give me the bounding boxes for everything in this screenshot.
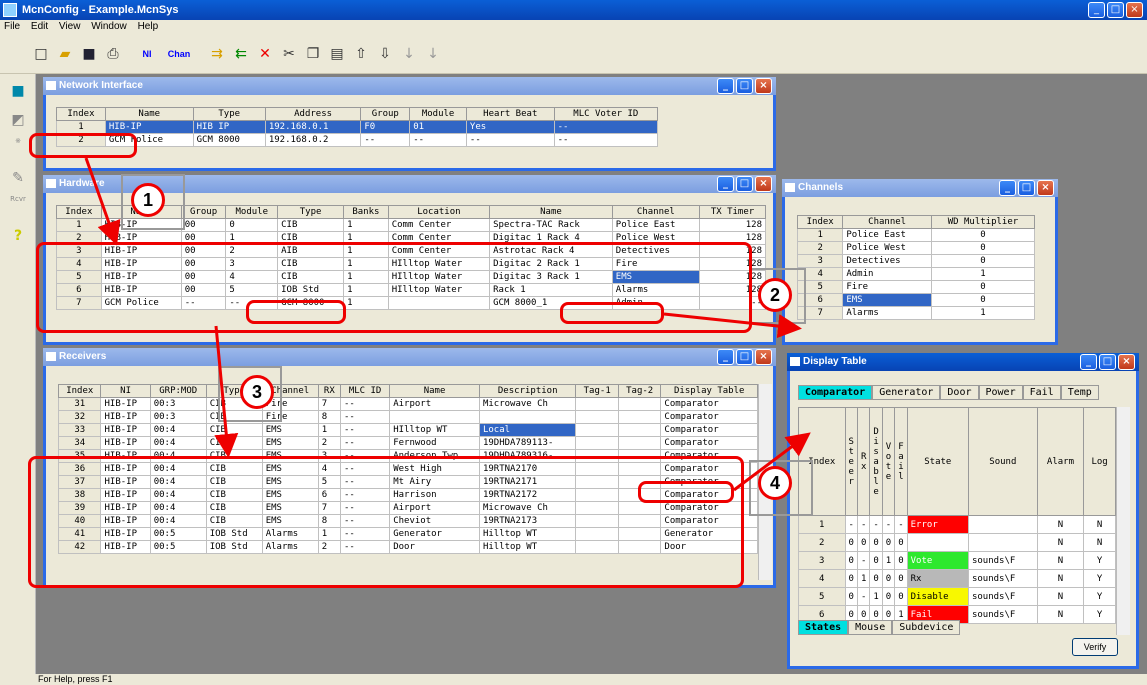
annotation-arrows <box>84 157 811 492</box>
arrow-2 <box>663 312 802 339</box>
callout-1: 1 <box>131 183 165 217</box>
callout-4: 4 <box>758 466 792 500</box>
arrow-1 <box>84 157 121 246</box>
callout-3: 3 <box>240 375 274 409</box>
callout-2: 2 <box>758 278 792 312</box>
arrow-3 <box>214 325 239 458</box>
